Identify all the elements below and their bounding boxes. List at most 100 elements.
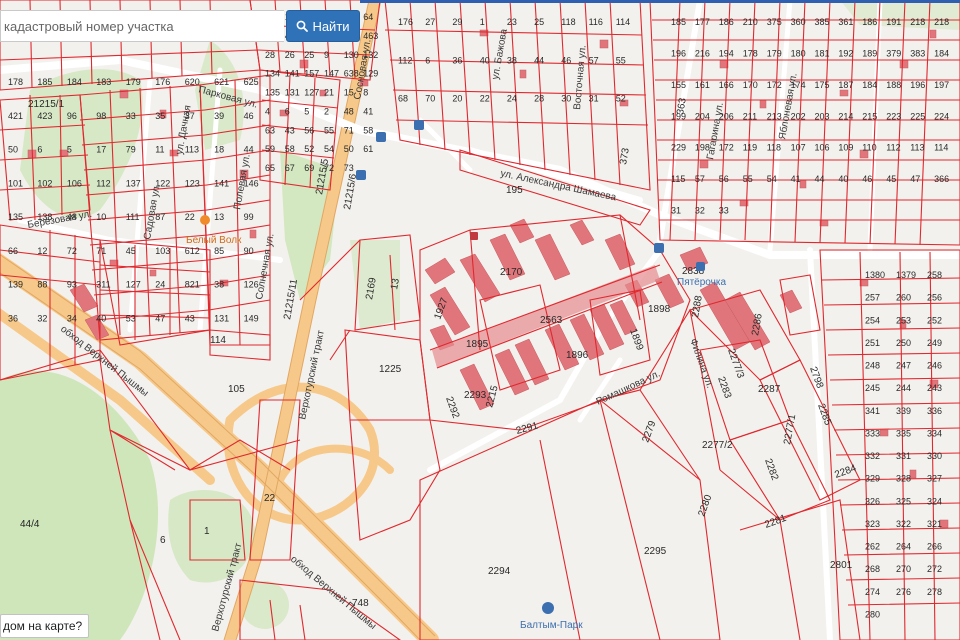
bus-stop-icon xyxy=(376,132,386,142)
label-2563: 2563 xyxy=(540,315,563,326)
lot-number: 66 xyxy=(8,246,18,256)
lot-number: 185 xyxy=(37,77,52,87)
lot-number: 131 xyxy=(285,88,300,98)
lot-number: 52 xyxy=(304,144,314,154)
lot-number: 1380 xyxy=(865,270,885,280)
lot-number: 38 xyxy=(507,55,517,65)
label-2295: 2295 xyxy=(644,546,667,557)
lot-number: 423 xyxy=(37,111,52,121)
lot-number: 107 xyxy=(791,143,806,153)
label-1225: 1225 xyxy=(379,364,402,375)
lot-number: 114 xyxy=(934,143,948,153)
lot-number: 9 xyxy=(324,50,329,60)
lot-number: 191 xyxy=(886,17,901,27)
lot-number: 21 xyxy=(324,88,334,98)
lot-number: 54 xyxy=(767,174,777,184)
label-195: 195 xyxy=(506,185,523,196)
lot-number: 175 xyxy=(815,80,830,90)
lot-number: 70 xyxy=(425,94,435,104)
lot-number: 96 xyxy=(67,111,77,121)
lot-number: 177 xyxy=(695,17,710,27)
marker-icon xyxy=(470,232,478,240)
hint-text: дом на карте? xyxy=(3,619,83,633)
lot-number: 253 xyxy=(896,315,911,325)
lot-number: 36 xyxy=(452,55,462,65)
lot-number: 176 xyxy=(155,77,170,87)
bus-stop-icon xyxy=(356,170,366,180)
lot-number: 1379 xyxy=(896,270,916,280)
lot-number: 329 xyxy=(865,474,880,484)
lot-number: 10 xyxy=(96,212,106,222)
lot-number: 28 xyxy=(534,94,544,104)
lot-number: 123 xyxy=(185,178,200,188)
lot-number: 61 xyxy=(363,144,373,154)
lot-number: 214 xyxy=(838,111,853,121)
lot-number: 35 xyxy=(155,111,165,121)
lot-number: 116 xyxy=(589,17,603,27)
cadastral-map[interactable]: 21215/1 2170 2563 1895 1896 1898 1899 19… xyxy=(0,0,960,640)
lot-number: 258 xyxy=(927,270,942,280)
lot-number: 184 xyxy=(934,48,949,58)
bus-stop-icon xyxy=(654,243,664,253)
lot-number: 196 xyxy=(910,80,925,90)
lot-number: 328 xyxy=(896,474,911,484)
lot-number: 32 xyxy=(695,206,705,216)
lot-number: 111 xyxy=(126,212,140,222)
lot-number: 102 xyxy=(37,178,52,188)
lot-number: 280 xyxy=(865,609,880,619)
lot-number: 46 xyxy=(244,111,254,121)
lot-number: 225 xyxy=(910,111,925,121)
lot-number: 48 xyxy=(344,106,354,116)
lot-number: 138 xyxy=(37,212,52,222)
lot-number: 40 xyxy=(838,174,848,184)
lot-number: 12 xyxy=(37,246,47,256)
lot-number: 172 xyxy=(767,80,782,90)
lot-number: 44 xyxy=(815,174,825,184)
lot-number: 244 xyxy=(896,383,911,393)
lot-number: 130 xyxy=(344,50,359,60)
search-button[interactable]: Найти xyxy=(286,10,360,42)
lot-number: 24 xyxy=(507,94,517,104)
restaurant-icon xyxy=(200,215,210,225)
lot-number: 339 xyxy=(896,406,911,416)
lot-number: 333 xyxy=(865,428,880,438)
lot-number: 327 xyxy=(927,474,942,484)
lot-number: 135 xyxy=(265,88,280,98)
lot-number: 262 xyxy=(865,542,880,552)
label-1898: 1898 xyxy=(648,304,671,315)
cadastral-search-input[interactable] xyxy=(0,10,284,42)
lot-number: 64 xyxy=(363,12,373,22)
label-2170: 2170 xyxy=(500,267,523,278)
lot-number: 254 xyxy=(865,315,880,325)
lot-number: 196 xyxy=(671,48,686,58)
lot-number: 55 xyxy=(616,55,626,65)
lot-number: 46 xyxy=(862,174,872,184)
lot-number: 268 xyxy=(865,564,880,574)
lot-number: 266 xyxy=(927,542,942,552)
lot-number: 134 xyxy=(265,69,280,79)
label-2294: 2294 xyxy=(488,566,511,577)
label-21215-1: 21215/1 xyxy=(28,99,65,110)
lot-number: 2 xyxy=(324,106,329,116)
lot-number: 249 xyxy=(927,338,942,348)
lot-number: 24 xyxy=(155,280,165,290)
lot-number: 620 xyxy=(185,77,200,87)
label-1895: 1895 xyxy=(466,339,489,350)
lot-number: 224 xyxy=(934,111,949,121)
lot-number: 335 xyxy=(896,428,911,438)
lot-number: 15 xyxy=(344,88,354,98)
lot-number: 43 xyxy=(185,313,195,323)
lot-number: 28 xyxy=(265,50,275,60)
lot-number: 323 xyxy=(865,519,880,529)
poi-label-pyaterochka: Пятёрочка xyxy=(677,277,726,288)
lot-number: 211 xyxy=(743,111,757,121)
lot-number: 118 xyxy=(561,17,575,27)
label-2287: 2287 xyxy=(758,384,781,395)
house-on-map-hint[interactable]: дом на карте? xyxy=(0,614,90,638)
lot-number: 257 xyxy=(865,293,880,303)
lot-number: 180 xyxy=(791,48,806,58)
label-44-4: 44/4 xyxy=(20,519,40,530)
lot-number: 30 xyxy=(561,94,571,104)
lot-number: 118 xyxy=(767,143,781,153)
lot-number: 41 xyxy=(363,106,373,116)
